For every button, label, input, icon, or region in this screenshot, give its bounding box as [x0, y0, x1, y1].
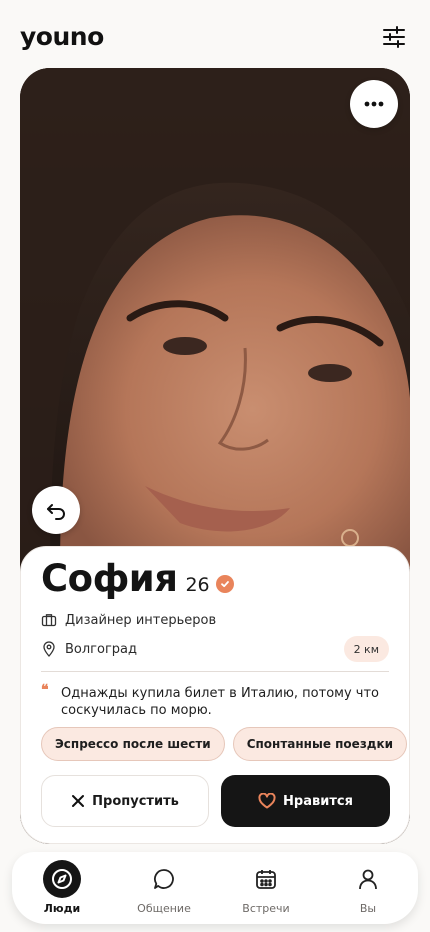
- action-buttons: Пропустить Нравится: [41, 775, 390, 827]
- profile-info-panel: София 26 Дизайнер интерьеров Волгоград 2…: [20, 546, 410, 844]
- undo-button[interactable]: [32, 486, 80, 534]
- tab-chat[interactable]: Общение: [124, 860, 204, 920]
- more-dots-icon: [364, 101, 384, 107]
- chat-bubble-icon: [145, 860, 183, 898]
- job-title: Дизайнер интерьеров: [65, 612, 217, 628]
- tab-label: Люди: [43, 902, 81, 915]
- quote-icon: ❝: [41, 682, 49, 698]
- interest-tags: Эспрессо после шести Спонтанные поездки: [41, 727, 408, 761]
- like-label: Нравится: [283, 793, 353, 809]
- undo-icon: [47, 504, 65, 520]
- tab-meetings[interactable]: Встречи: [226, 860, 306, 920]
- profile-age: 26: [185, 574, 210, 596]
- briefcase-icon: [41, 612, 57, 628]
- tab-you[interactable]: Вы: [328, 860, 408, 920]
- bottom-tab-bar: Люди Общение Встречи Вы: [12, 852, 418, 924]
- skip-button[interactable]: Пропустить: [41, 775, 209, 827]
- more-options-button[interactable]: [350, 80, 398, 128]
- app-logo: youno: [20, 22, 104, 51]
- divider: [41, 671, 389, 672]
- sliders-icon: [383, 26, 405, 48]
- heart-icon: [258, 793, 276, 809]
- distance-badge: 2 км: [343, 636, 389, 662]
- tab-label: Встречи: [242, 902, 290, 915]
- interest-tag: Спонтанные поездки: [232, 727, 408, 761]
- tab-label: Общение: [137, 902, 191, 915]
- profile-photo: [20, 68, 410, 568]
- tab-label: Вы: [359, 902, 377, 915]
- app-header: youno: [0, 0, 430, 68]
- location-row: Волгоград: [41, 641, 137, 657]
- calendar-icon: [247, 860, 285, 898]
- filter-button[interactable]: [382, 25, 406, 49]
- compass-icon: [43, 860, 81, 898]
- profile-bio: Однажды купила билет в Италию, потому чт…: [61, 686, 380, 718]
- close-icon: [72, 795, 85, 807]
- city: Волгоград: [65, 641, 138, 657]
- user-icon: [349, 860, 387, 898]
- like-button[interactable]: Нравится: [221, 775, 390, 827]
- verified-badge-icon: [215, 574, 234, 593]
- location-pin-icon: [41, 641, 57, 657]
- interest-tag: Эспрессо после шести: [41, 727, 225, 761]
- skip-label: Пропустить: [92, 793, 179, 809]
- profile-card[interactable]: София 26 Дизайнер интерьеров Волгоград 2…: [20, 68, 410, 844]
- profile-name: София: [41, 557, 178, 600]
- name-row: София 26: [41, 557, 234, 600]
- tab-people[interactable]: Люди: [22, 860, 102, 920]
- job-row: Дизайнер интерьеров: [41, 612, 216, 628]
